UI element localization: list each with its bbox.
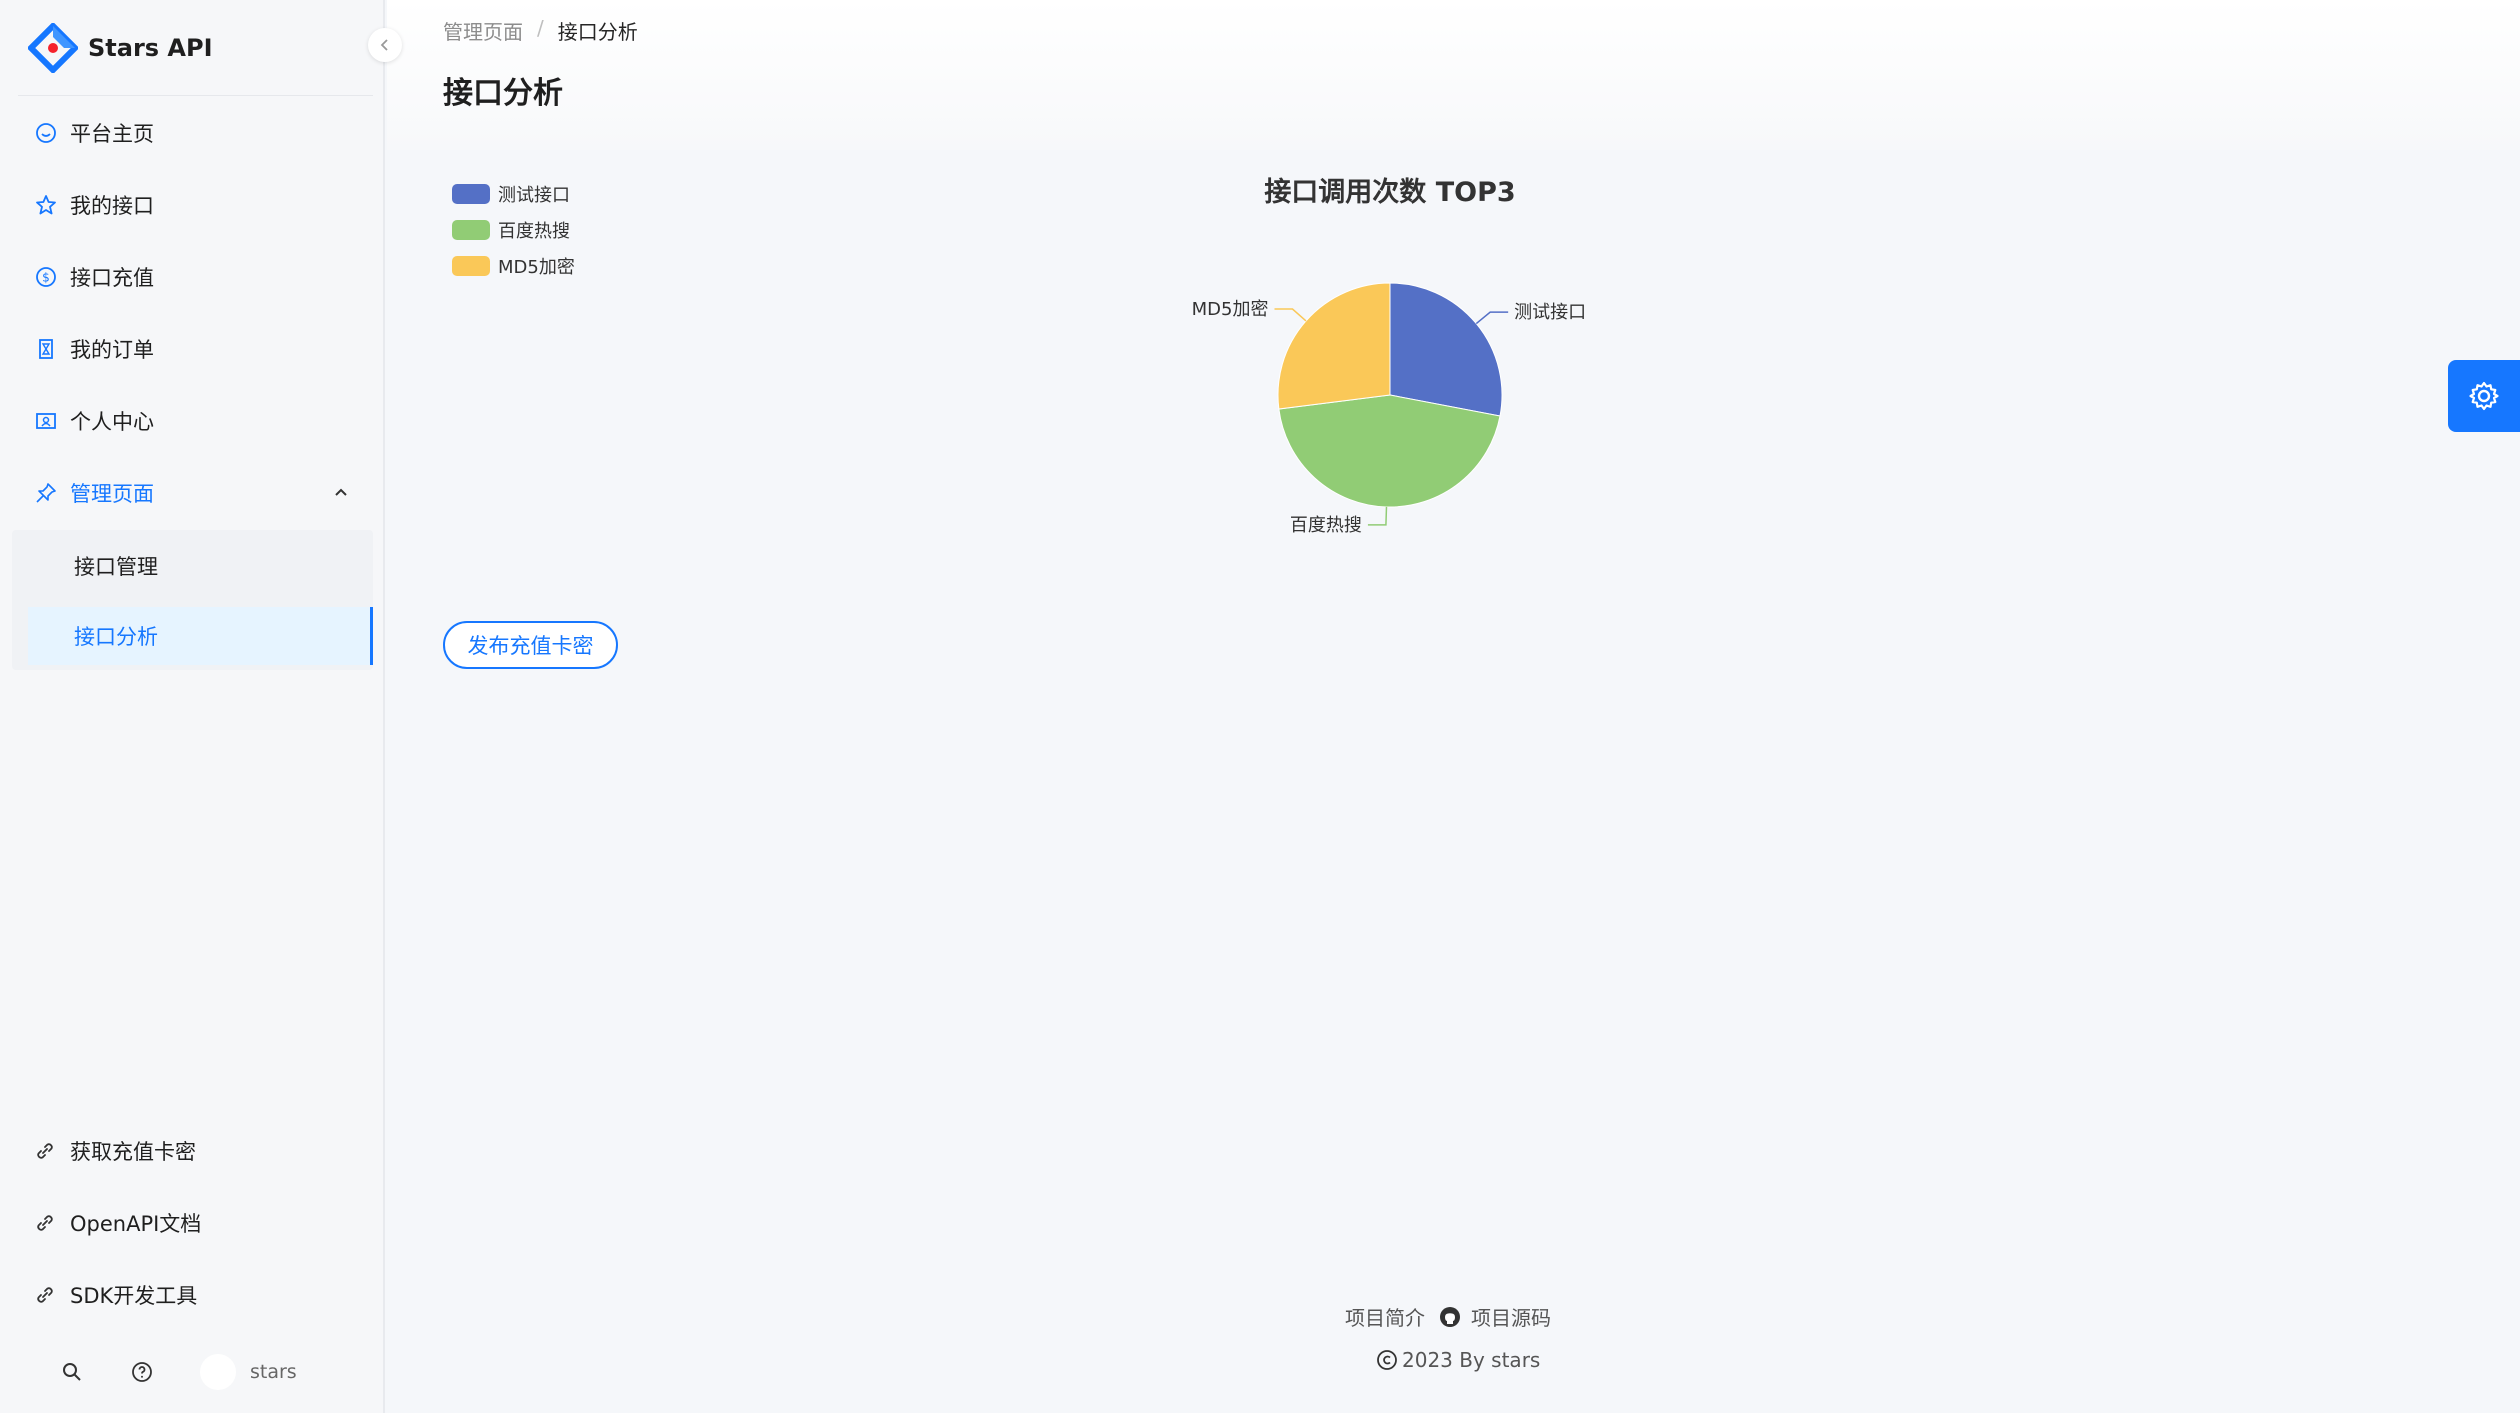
pie-slice[interactable] bbox=[1278, 394, 1501, 508]
sidebar-item-label: 平台主页 bbox=[70, 122, 154, 146]
sidebar-item-label: 我的订单 bbox=[70, 338, 154, 362]
copyright-icon bbox=[1377, 1350, 1397, 1370]
footer-source-link[interactable]: 项目源码 bbox=[1471, 1302, 1551, 1331]
brand[interactable]: Stars API bbox=[28, 22, 213, 74]
page-title: 接口分析 bbox=[443, 76, 563, 111]
pie-label: 测试接口 bbox=[1514, 302, 1586, 323]
sidebar-item-label: 管理页面 bbox=[70, 482, 154, 506]
svg-text:$: $ bbox=[42, 271, 50, 285]
sidebar-item-profile[interactable]: 个人中心 bbox=[18, 392, 373, 450]
link-label: SDK开发工具 bbox=[70, 1284, 198, 1308]
chart-title: 接口调用次数 TOP3 bbox=[1264, 177, 1516, 208]
breadcrumb: 管理页面 / 接口分析 bbox=[443, 16, 638, 45]
chevron-up-icon bbox=[335, 488, 347, 496]
github-icon[interactable] bbox=[1439, 1306, 1461, 1328]
chevron-left-icon bbox=[380, 39, 388, 51]
link-label: 获取充值卡密 bbox=[70, 1140, 196, 1164]
collapse-sidebar-button[interactable] bbox=[368, 28, 402, 62]
sidebar-item-home[interactable]: 平台主页 bbox=[18, 104, 373, 162]
brand-divider bbox=[18, 95, 373, 96]
settings-button[interactable] bbox=[2448, 360, 2520, 432]
copyright: 2023 By stars bbox=[1376, 1348, 1540, 1372]
pie-leader-line bbox=[1475, 311, 1509, 325]
sidebar-subitem-api-analysis[interactable]: 接口分析 bbox=[28, 607, 373, 665]
sidebar-footer: stars bbox=[60, 1352, 297, 1392]
link-sdk-tools[interactable]: SDK开发工具 bbox=[34, 1275, 197, 1315]
help-icon[interactable] bbox=[130, 1360, 154, 1384]
link-icon bbox=[37, 1143, 53, 1159]
sidebar-item-label: 个人中心 bbox=[70, 410, 154, 434]
sidebar-item-my-apis[interactable]: 我的接口 bbox=[18, 176, 373, 234]
sidebar-item-label: 我的接口 bbox=[70, 194, 154, 218]
legend-label: MD5加密 bbox=[498, 257, 575, 278]
footer-intro-link[interactable]: 项目简介 bbox=[1345, 1302, 1425, 1331]
pie-leader-line bbox=[1274, 308, 1307, 322]
pie-slice[interactable] bbox=[1389, 282, 1503, 417]
link-label: OpenAPI文档 bbox=[70, 1212, 202, 1236]
search-icon[interactable] bbox=[60, 1360, 84, 1384]
chart-legend: 测试接口 百度热搜 MD5加密 bbox=[452, 176, 575, 284]
sidebar-item-recharge[interactable]: $ 接口充值 bbox=[18, 248, 373, 306]
link-icon bbox=[37, 1215, 53, 1231]
legend-swatch bbox=[452, 220, 490, 240]
sidebar-item-admin[interactable]: 管理页面 bbox=[18, 464, 373, 522]
legend-swatch bbox=[452, 256, 490, 276]
sidebar-item-label: 接口充值 bbox=[70, 266, 154, 290]
pie-label: 百度热搜 bbox=[1290, 515, 1362, 536]
sidebar-item-orders[interactable]: 我的订单 bbox=[18, 320, 373, 378]
publish-recharge-code-button[interactable]: 发布充值卡密 bbox=[443, 621, 618, 669]
gear-icon bbox=[2469, 381, 2499, 411]
breadcrumb-current: 接口分析 bbox=[557, 20, 638, 44]
pie-slice[interactable] bbox=[1277, 282, 1391, 410]
sidebar-subitem-label: 接口管理 bbox=[74, 555, 158, 579]
star-icon bbox=[34, 193, 58, 217]
legend-item[interactable]: MD5加密 bbox=[452, 248, 575, 284]
hourglass-icon bbox=[34, 337, 58, 361]
copyright-text: 2023 By stars bbox=[1402, 1348, 1541, 1372]
legend-label: 测试接口 bbox=[498, 185, 570, 206]
pie-leader-line bbox=[1367, 506, 1388, 526]
user-name[interactable]: stars bbox=[250, 1361, 297, 1383]
link-get-recharge-code[interactable]: 获取充值卡密 bbox=[34, 1131, 196, 1171]
sidebar-subitem-label: 接口分析 bbox=[74, 625, 158, 649]
legend-label: 百度热搜 bbox=[498, 221, 570, 242]
sidebar: Stars API 平台主页 我的接口 $ 接口充值 我的订单 个人中心 管理页… bbox=[0, 0, 385, 1413]
logo-icon bbox=[28, 23, 78, 73]
legend-item[interactable]: 百度热搜 bbox=[452, 212, 575, 248]
pie-label: MD5加密 bbox=[1192, 299, 1269, 320]
breadcrumb-parent[interactable]: 管理页面 bbox=[443, 16, 523, 45]
dollar-icon: $ bbox=[34, 265, 58, 289]
smile-icon bbox=[34, 121, 58, 145]
link-openapi-docs[interactable]: OpenAPI文档 bbox=[34, 1203, 201, 1243]
page-header bbox=[387, 0, 2520, 150]
idcard-icon bbox=[34, 409, 58, 433]
breadcrumb-separator: / bbox=[537, 16, 544, 40]
link-icon bbox=[37, 1287, 53, 1303]
legend-item[interactable]: 测试接口 bbox=[452, 176, 575, 212]
sidebar-subitem-api-management[interactable]: 接口管理 bbox=[28, 537, 373, 595]
pushpin-icon bbox=[34, 481, 58, 505]
brand-title: Stars API bbox=[88, 34, 213, 62]
footer-links: 项目简介 项目源码 bbox=[1345, 1302, 1551, 1331]
legend-swatch bbox=[452, 184, 490, 204]
avatar[interactable] bbox=[200, 1354, 236, 1390]
pie-chart: 测试接口百度热搜 MD5加密 bbox=[1192, 282, 1586, 536]
